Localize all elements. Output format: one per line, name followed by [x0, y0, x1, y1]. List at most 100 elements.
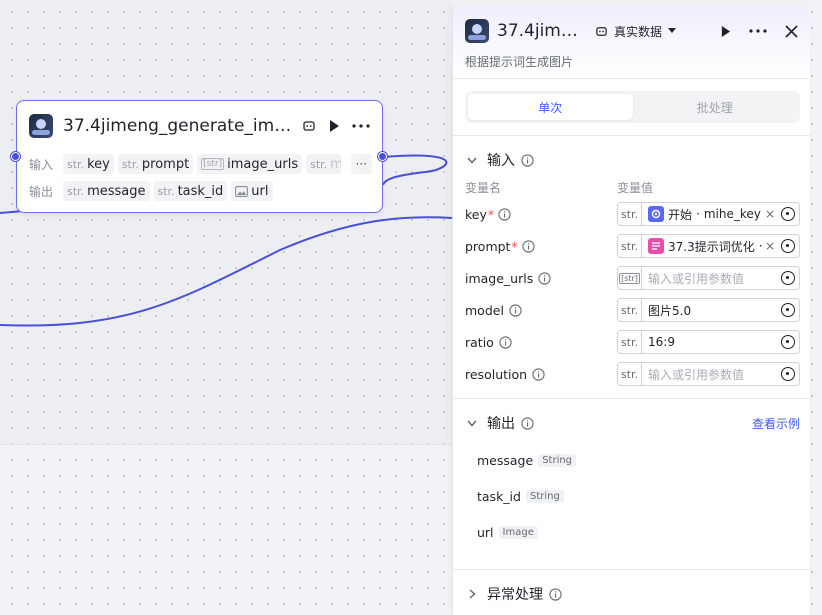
info-icon — [521, 416, 534, 430]
output-name: url — [477, 525, 494, 540]
reference-target-icon[interactable] — [781, 271, 795, 285]
run-icon[interactable] — [720, 25, 731, 38]
node-output-row: 输出 str. message str. task_id url — [29, 180, 372, 202]
panel-title: 37.4jimen··· — [497, 21, 587, 41]
caret-down-icon — [668, 28, 677, 34]
output-section-header[interactable]: 输出 查看示例 — [465, 413, 800, 433]
exception-section-header[interactable]: 异常处理 — [465, 584, 800, 604]
canvas-area — [0, 0, 452, 445]
node-more-inputs-button[interactable]: ··· — [350, 154, 372, 174]
input-name: image_urls — [465, 270, 534, 286]
close-icon[interactable] — [785, 24, 798, 38]
resolution-value-field[interactable]: str. 输入或引用参数值 — [617, 362, 800, 386]
input-row-prompt: prompt* str. 37.3提示词优化·d × — [465, 233, 800, 259]
info-icon — [509, 303, 522, 317]
type-indicator: str. — [618, 299, 642, 321]
output-type-badge: String — [538, 454, 577, 467]
node-output-task-id: str. task_id — [153, 181, 228, 201]
chevron-down-icon — [465, 420, 479, 427]
output-name: message — [477, 453, 534, 468]
info-icon — [549, 587, 562, 601]
view-example-link[interactable]: 查看示例 — [752, 415, 800, 432]
reference-source: 开始 — [668, 207, 693, 222]
node-input-port[interactable] — [11, 152, 20, 161]
debug-icon — [595, 25, 608, 38]
chevron-down-icon — [465, 157, 479, 164]
data-mode-dropdown[interactable]: 真实数据 — [595, 23, 677, 40]
info-icon — [538, 271, 551, 285]
info-icon — [532, 367, 545, 381]
input-section-title: 输入 — [487, 153, 515, 169]
type-indicator: str. — [618, 235, 642, 257]
reference-target-icon[interactable] — [781, 239, 795, 253]
start-node-icon — [648, 206, 664, 222]
ratio-value: 16:9 — [648, 335, 675, 349]
node-input-prompt: str. prompt — [117, 154, 194, 174]
type-indicator: str. — [618, 331, 642, 353]
reference-target-icon[interactable] — [781, 367, 795, 381]
node-input-image-urls: [str] image_urls — [197, 154, 303, 174]
type-indicator: str. — [618, 203, 642, 225]
output-label: 输出 — [29, 184, 54, 199]
node-output-port[interactable] — [378, 152, 387, 161]
prompt-node-icon — [648, 238, 664, 254]
column-header-value: 变量值 — [617, 181, 654, 195]
key-value-field[interactable]: str. 开始 · mihe_key × — [617, 202, 800, 226]
output-type-badge: String — [525, 490, 564, 503]
info-icon — [521, 153, 534, 167]
node-output-url: url — [231, 181, 273, 201]
prompt-value-field[interactable]: str. 37.3提示词优化·d × — [617, 234, 800, 258]
input-row-model: model str. 图片5.0 — [465, 297, 800, 323]
reference-target-icon[interactable] — [781, 207, 795, 221]
chevron-right-icon — [465, 589, 479, 599]
input-name: model — [465, 302, 504, 318]
input-section-header[interactable]: 输入 — [465, 150, 800, 170]
info-icon — [498, 207, 511, 221]
info-icon — [499, 335, 512, 349]
output-type-badge: Image — [498, 526, 538, 539]
node-header: 37.4jimeng_generate_imag··· — [29, 113, 370, 139]
tab-batch[interactable]: 批处理 — [633, 94, 798, 120]
clear-icon[interactable]: × — [765, 239, 775, 253]
image-urls-value-field[interactable]: [str] 输入或引用参数值 — [617, 266, 800, 290]
reference-source: 37.3提示词优化 — [668, 239, 755, 254]
type-indicator: str. — [618, 363, 642, 385]
reference-target-icon[interactable] — [781, 303, 795, 317]
reference-target-icon[interactable] — [781, 335, 795, 349]
output-row-url: url Image — [477, 525, 538, 540]
info-icon — [522, 239, 535, 253]
input-label: 输入 — [29, 157, 54, 172]
output-section-title: 输出 — [487, 416, 515, 432]
input-row-key: key * str. 开始 · mihe_key × — [465, 201, 800, 227]
resolution-placeholder: 输入或引用参数值 — [648, 367, 745, 382]
node-detail-panel: 37.4jimen··· 真实数据 根据提示词生成图片 单次 批处理 — [452, 6, 810, 615]
run-mode-tabs: 单次 批处理 — [465, 91, 800, 123]
model-value-field[interactable]: str. 图片5.0 — [617, 298, 800, 322]
input-row-image-urls: image_urls [str] 输入或引用参数值 — [465, 265, 800, 291]
panel-avatar — [465, 19, 489, 43]
output-row-task-id: task_id String — [477, 489, 564, 504]
type-indicator: [str] — [619, 272, 640, 284]
output-name: task_id — [477, 489, 521, 504]
clear-icon[interactable]: × — [765, 207, 775, 221]
input-name: prompt — [465, 238, 511, 254]
ratio-value-field[interactable]: str. 16:9 — [617, 330, 800, 354]
tab-single[interactable]: 单次 — [468, 94, 633, 120]
run-icon[interactable] — [328, 119, 340, 133]
input-row-resolution: resolution str. 输入或引用参数值 — [465, 361, 800, 387]
more-options-icon[interactable] — [749, 29, 767, 33]
panel-header: 37.4jimen··· 真实数据 — [465, 18, 798, 44]
workflow-node[interactable]: 37.4jimeng_generate_imag··· 输入 str. key s… — [16, 100, 383, 213]
node-input-row: 输入 str. key str. prompt [str] image_urls st… — [29, 153, 372, 175]
node-input-key: str. key — [63, 154, 114, 174]
model-value: 图片5.0 — [648, 303, 692, 318]
image-type-icon — [235, 185, 249, 197]
input-name: key — [465, 206, 487, 222]
panel-description: 根据提示词生成图片 — [465, 55, 574, 69]
input-name: ratio — [465, 334, 494, 350]
more-options-icon[interactable] — [352, 124, 370, 128]
node-output-message: str. message — [63, 181, 150, 201]
debug-icon[interactable] — [302, 119, 316, 133]
required-mark: * — [487, 206, 495, 222]
node-avatar — [29, 114, 53, 138]
